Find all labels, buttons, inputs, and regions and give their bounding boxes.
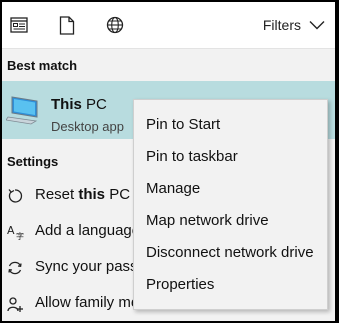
settings-header: Settings [7, 154, 59, 169]
best-match-title: This PC [51, 96, 107, 113]
apps-icon[interactable] [8, 14, 30, 36]
best-match-header: Best match [7, 58, 78, 73]
context-menu: Pin to Start Pin to taskbar Manage Map n… [133, 99, 328, 310]
best-match-subtitle: Desktop app [51, 119, 124, 134]
setting-label: Add a language [35, 222, 140, 239]
svg-text:A: A [7, 224, 15, 237]
menu-item-properties[interactable]: Properties [146, 276, 214, 293]
family-icon [6, 295, 24, 313]
svg-text:字: 字 [16, 231, 24, 241]
menu-item-map-network-drive[interactable]: Map network drive [146, 212, 269, 229]
setting-bold: this [78, 186, 106, 203]
language-icon: A字 [6, 223, 24, 241]
setting-pre: Reset [35, 186, 79, 203]
setting-pre: Add a language [35, 222, 141, 239]
setting-post: PC [105, 186, 131, 203]
sync-icon [6, 259, 24, 277]
title-rest: PC [86, 96, 107, 113]
web-globe-icon[interactable] [104, 14, 126, 36]
menu-item-disconnect-network-drive[interactable]: Disconnect network drive [146, 244, 314, 261]
setting-label: Reset this PC [35, 186, 130, 203]
menu-item-pin-to-start[interactable]: Pin to Start [146, 116, 220, 133]
chevron-down-icon [309, 17, 325, 33]
documents-icon[interactable] [56, 14, 78, 36]
search-panel: Filters Best match This PC Desktop app S… [2, 2, 335, 321]
search-filter-bar: Filters [2, 2, 335, 49]
filters-label: Filters [262, 17, 301, 33]
title-bold: This [51, 96, 82, 113]
filters-dropdown[interactable]: Filters [263, 14, 325, 36]
reset-icon [6, 187, 24, 205]
computer-icon [5, 93, 40, 127]
menu-item-manage[interactable]: Manage [146, 180, 200, 197]
menu-item-pin-to-taskbar[interactable]: Pin to taskbar [146, 148, 238, 165]
